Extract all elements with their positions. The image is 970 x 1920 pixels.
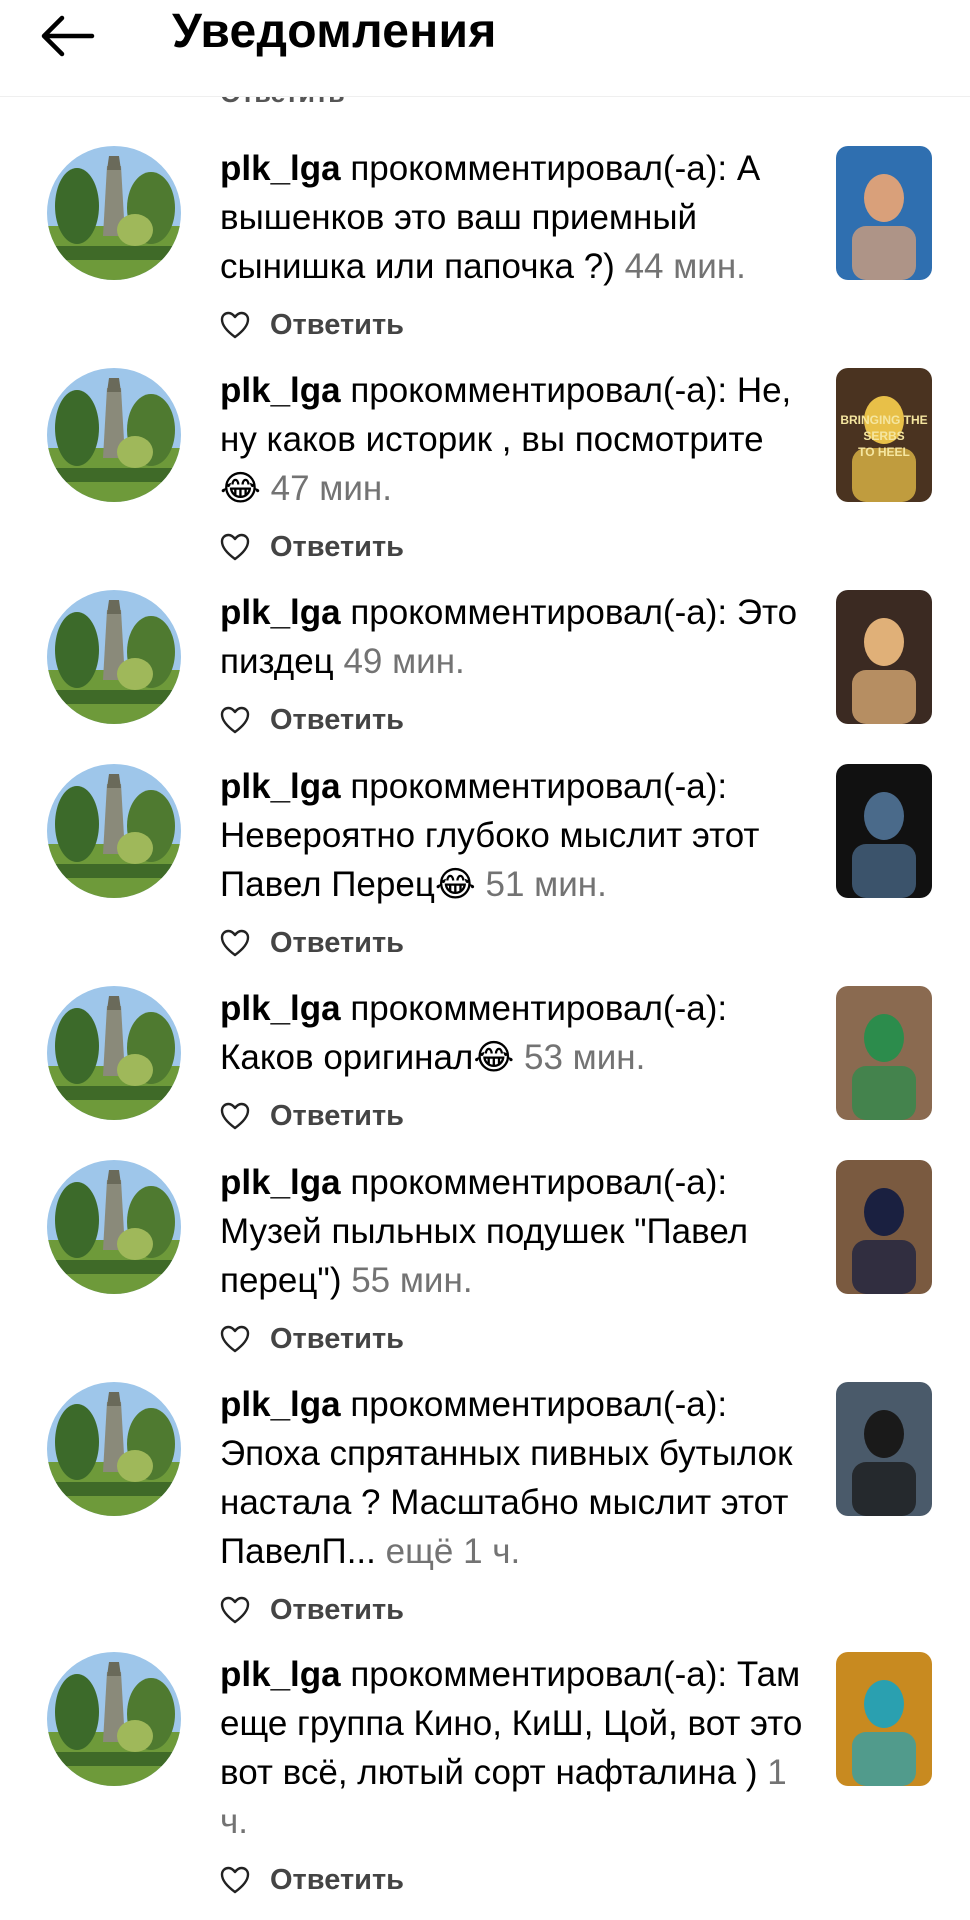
notification-text: plk_lga прокомментировал(-а): Там еще гр… [220, 1650, 810, 1846]
reply-button[interactable]: Ответить [270, 1864, 404, 1897]
notification-actions: Ответить [220, 702, 404, 738]
notification-actions: Ответить [220, 529, 404, 565]
reply-button[interactable]: Ответить [270, 927, 404, 960]
timestamp: 44 мин. [624, 247, 746, 286]
arrow-left-icon [41, 15, 95, 57]
heart-icon[interactable] [220, 929, 250, 957]
action-text: прокомментировал(-а): [350, 371, 728, 410]
notification-text: plk_lga прокомментировал(-а): Эпоха спря… [220, 1380, 810, 1576]
reply-button[interactable]: Ответить [270, 1594, 404, 1627]
notification-actions: Ответить [220, 1098, 404, 1134]
notification-actions: Ответить [220, 1321, 404, 1357]
action-text: прокомментировал(-а): [350, 1655, 728, 1694]
post-thumbnail[interactable] [836, 986, 932, 1120]
heart-icon[interactable] [220, 1866, 250, 1894]
action-text: прокомментировал(-а): [350, 767, 728, 806]
timestamp: 1 ч. [463, 1532, 521, 1571]
reply-button[interactable]: Ответить [270, 1323, 404, 1356]
avatar[interactable] [47, 1652, 181, 1786]
username-link[interactable]: plk_lga [220, 989, 341, 1028]
heart-icon[interactable] [220, 1102, 250, 1130]
comment-text: Каков оригинал😂 [220, 1038, 515, 1077]
notification-text: plk_lga прокомментировал(-а): Невероятно… [220, 762, 810, 909]
avatar[interactable] [47, 986, 181, 1120]
notification-actions: Ответить [220, 307, 404, 343]
back-button[interactable] [32, 6, 102, 66]
timestamp: 49 мин. [343, 642, 465, 681]
avatar[interactable] [47, 146, 181, 280]
notification-text: plk_lga прокомментировал(-а): А вышенков… [220, 144, 810, 291]
avatar[interactable] [47, 764, 181, 898]
username-link[interactable]: plk_lga [220, 1385, 341, 1424]
avatar[interactable] [47, 368, 181, 502]
action-text: прокомментировал(-а): [350, 593, 728, 632]
post-thumbnail[interactable]: BRINGING THE SERBS TO HEEL [836, 368, 932, 502]
notification-actions: Ответить [220, 925, 404, 961]
username-link[interactable]: plk_lga [220, 593, 341, 632]
username-link[interactable]: plk_lga [220, 371, 341, 410]
post-thumbnail[interactable] [836, 590, 932, 724]
reply-button[interactable]: Ответить [270, 309, 404, 342]
timestamp: 53 мин. [524, 1038, 646, 1077]
notification-text: plk_lga прокомментировал(-а): Музей пыль… [220, 1158, 810, 1305]
heart-icon[interactable] [220, 533, 250, 561]
notification-text: plk_lga прокомментировал(-а): Это пиздец… [220, 588, 810, 686]
timestamp: 55 мин. [351, 1261, 473, 1300]
heart-icon[interactable] [220, 311, 250, 339]
timestamp: 47 мин. [270, 469, 392, 508]
comment-text: Музей пыльных подушек "Павел перец") [220, 1212, 749, 1300]
username-link[interactable]: plk_lga [220, 1163, 341, 1202]
action-text: прокомментировал(-а): [350, 1385, 728, 1424]
reply-button[interactable]: Ответить [270, 1100, 404, 1133]
reply-button[interactable]: Ответить [270, 704, 404, 737]
heart-icon[interactable] [220, 706, 250, 734]
avatar[interactable] [47, 590, 181, 724]
post-thumbnail[interactable] [836, 1160, 932, 1294]
username-link[interactable]: plk_lga [220, 1655, 341, 1694]
notification-text: plk_lga прокомментировал(-а): Не, ну как… [220, 366, 810, 513]
timestamp: 51 мин. [485, 865, 607, 904]
more-link[interactable]: ещё [386, 1532, 454, 1571]
page-title: Уведомления [172, 5, 497, 58]
notification-text: plk_lga прокомментировал(-а): Каков ориг… [220, 984, 810, 1082]
heart-icon[interactable] [220, 1325, 250, 1353]
action-text: прокомментировал(-а): [350, 149, 728, 188]
avatar[interactable] [47, 1382, 181, 1516]
post-thumbnail[interactable] [836, 1652, 932, 1786]
header-bar: Уведомления [0, 0, 970, 97]
avatar[interactable] [47, 1160, 181, 1294]
post-thumbnail[interactable] [836, 1382, 932, 1516]
post-thumbnail[interactable] [836, 146, 932, 280]
reply-button[interactable]: Ответить [270, 531, 404, 564]
action-text: прокомментировал(-а): [350, 989, 728, 1028]
action-text: прокомментировал(-а): [350, 1163, 728, 1202]
notification-actions: Ответить [220, 1592, 404, 1628]
username-link[interactable]: plk_lga [220, 767, 341, 806]
post-thumbnail[interactable] [836, 764, 932, 898]
username-link[interactable]: plk_lga [220, 149, 341, 188]
notification-actions: Ответить [220, 1862, 404, 1898]
heart-icon[interactable] [220, 1596, 250, 1624]
